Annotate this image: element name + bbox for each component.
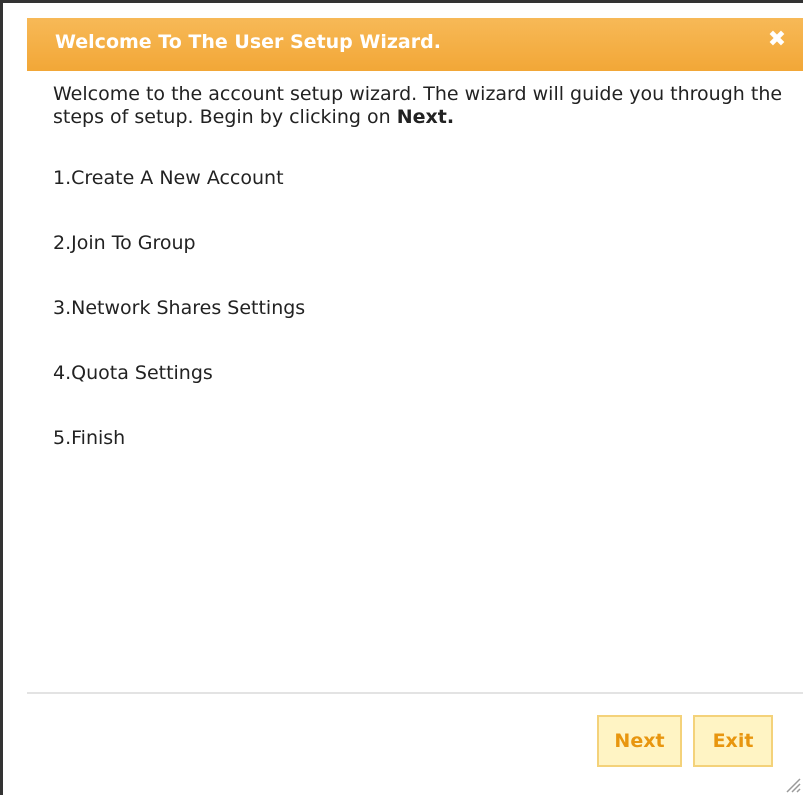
resize-grip-icon[interactable]	[783, 775, 801, 793]
dialog-titlebar[interactable]: Welcome To The User Setup Wizard. ✖	[27, 18, 803, 71]
setup-wizard-dialog: Welcome To The User Setup Wizard. ✖ Welc…	[0, 0, 803, 795]
step-item-network-shares: 3.Network Shares Settings	[53, 297, 306, 319]
step-item-finish: 5.Finish	[53, 427, 126, 449]
dialog-content: Welcome to the account setup wizard. The…	[53, 83, 783, 492]
close-icon[interactable]: ✖	[766, 29, 788, 51]
footer-divider	[27, 692, 803, 694]
step-item-quota-settings: 4.Quota Settings	[53, 362, 213, 384]
steps-list: 1.Create A New Account 2.Join To Group 3…	[53, 167, 783, 492]
step-item-join-group: 2.Join To Group	[53, 232, 196, 254]
intro-text: Welcome to the account setup wizard. The…	[53, 83, 783, 129]
next-button[interactable]: Next	[597, 715, 682, 767]
intro-next-emphasis: Next.	[396, 106, 455, 128]
step-item-create-account: 1.Create A New Account	[53, 167, 284, 189]
exit-button[interactable]: Exit	[693, 715, 773, 767]
dialog-title: Welcome To The User Setup Wizard.	[55, 31, 441, 53]
